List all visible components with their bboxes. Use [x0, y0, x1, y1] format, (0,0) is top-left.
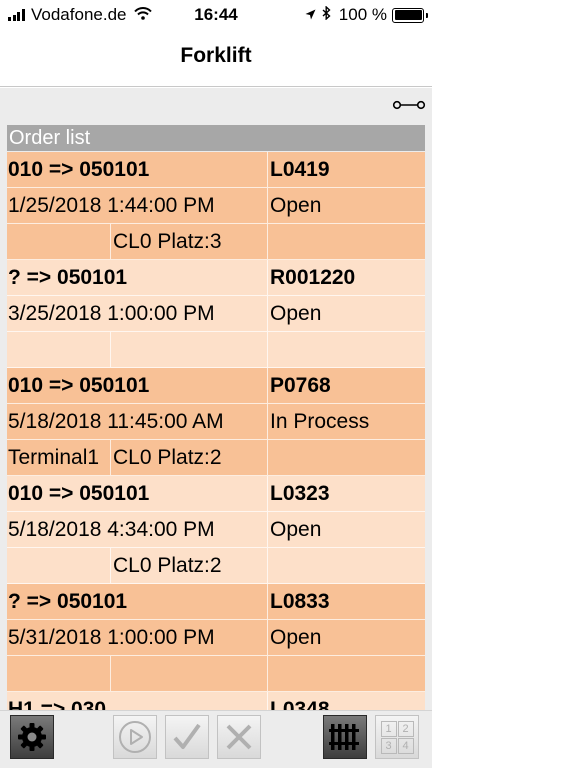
battery-icon	[392, 7, 428, 23]
settings-button[interactable]	[10, 715, 54, 759]
order-route: H1 => 030	[7, 692, 268, 710]
play-icon	[119, 721, 151, 753]
order-id: R001220	[270, 266, 356, 289]
close-icon	[226, 724, 252, 750]
order-id: L0419	[270, 158, 330, 181]
order-route: ? => 050101	[7, 260, 268, 295]
order-location	[7, 656, 111, 691]
order-item[interactable]: ? => 050101 L0833 5/31/2018 1:00:00 PM O…	[7, 584, 425, 692]
layout-grid-button[interactable]: 1 2 3 4	[375, 715, 419, 759]
main-content: Order list 010 => 050101 L0419 1/25/2018…	[0, 88, 432, 710]
status-indicators: 100 %	[305, 5, 428, 25]
order-date: 5/18/2018 4:34:00 PM	[7, 512, 268, 547]
order-date: 3/25/2018 1:00:00 PM	[7, 296, 268, 331]
order-id: P0768	[270, 374, 331, 397]
status-bar: Vodafone.de 16:44 100 %	[0, 0, 432, 30]
bottom-toolbar: 1 2 3 4	[0, 710, 432, 768]
confirm-button[interactable]	[165, 715, 209, 759]
order-status: Open	[270, 626, 322, 649]
order-status: In Process	[270, 410, 370, 433]
grid-cell-label: 3	[380, 737, 397, 754]
order-extra	[268, 548, 425, 583]
gear-icon	[18, 723, 46, 751]
grid-icon: 1 2 3 4	[380, 720, 414, 754]
order-route: 010 => 050101	[7, 152, 268, 187]
order-item[interactable]: 010 => 050101 L0323 5/18/2018 4:34:00 PM…	[7, 476, 425, 584]
grid-cell-label: 2	[397, 720, 414, 737]
order-list-header: Order list	[7, 125, 425, 151]
order-status: Open	[270, 302, 322, 325]
order-extra	[268, 224, 425, 259]
order-route: ? => 050101	[7, 584, 268, 619]
cancel-button[interactable]	[217, 715, 261, 759]
order-extra	[268, 656, 425, 691]
order-location	[7, 332, 111, 367]
order-item[interactable]: H1 => 030 L0348	[7, 692, 425, 710]
order-place: CL0 Platz:3	[111, 224, 268, 259]
order-item[interactable]: ? => 050101 R001220 3/25/2018 1:00:00 PM…	[7, 260, 425, 368]
grid-cell-label: 1	[380, 720, 397, 737]
order-place: CL0 Platz:2	[111, 548, 268, 583]
order-place: CL0 Platz:2	[111, 440, 268, 475]
order-route: 010 => 050101	[7, 476, 268, 511]
order-date: 1/25/2018 1:44:00 PM	[7, 188, 268, 223]
bluetooth-icon	[322, 5, 331, 24]
order-extra	[268, 440, 425, 475]
order-date: 5/18/2018 11:45:00 AM	[7, 404, 268, 439]
order-status: Open	[270, 518, 322, 541]
grid-cell-label: 4	[397, 737, 414, 754]
order-extra	[268, 332, 425, 367]
order-id: L0323	[270, 482, 330, 505]
order-item[interactable]: 010 => 050101 P0768 5/18/2018 11:45:00 A…	[7, 368, 425, 476]
pallet-button[interactable]	[323, 715, 367, 759]
navigation-bar: Forklift	[0, 30, 432, 87]
order-id: L0833	[270, 590, 330, 613]
order-status: Open	[270, 194, 322, 217]
order-id: L0348	[270, 698, 330, 710]
pallet-icon	[329, 724, 359, 750]
order-location	[7, 548, 111, 583]
order-location	[7, 224, 111, 259]
play-button[interactable]	[113, 715, 157, 759]
battery-percentage: 100 %	[338, 5, 387, 24]
order-place	[111, 656, 268, 691]
app-screen: Vodafone.de 16:44 100 % Forklift Order l…	[0, 0, 432, 768]
order-date: 5/31/2018 1:00:00 PM	[7, 620, 268, 655]
order-item[interactable]: 010 => 050101 L0419 1/25/2018 1:44:00 PM…	[7, 152, 425, 260]
connection-icon[interactable]	[392, 98, 426, 112]
order-route: 010 => 050101	[7, 368, 268, 403]
location-arrow-icon	[305, 8, 316, 23]
order-list[interactable]: 010 => 050101 L0419 1/25/2018 1:44:00 PM…	[7, 152, 425, 710]
order-location: Terminal1	[7, 440, 111, 475]
checkmark-icon	[173, 723, 201, 749]
page-title: Forklift	[180, 44, 252, 67]
order-place	[111, 332, 268, 367]
